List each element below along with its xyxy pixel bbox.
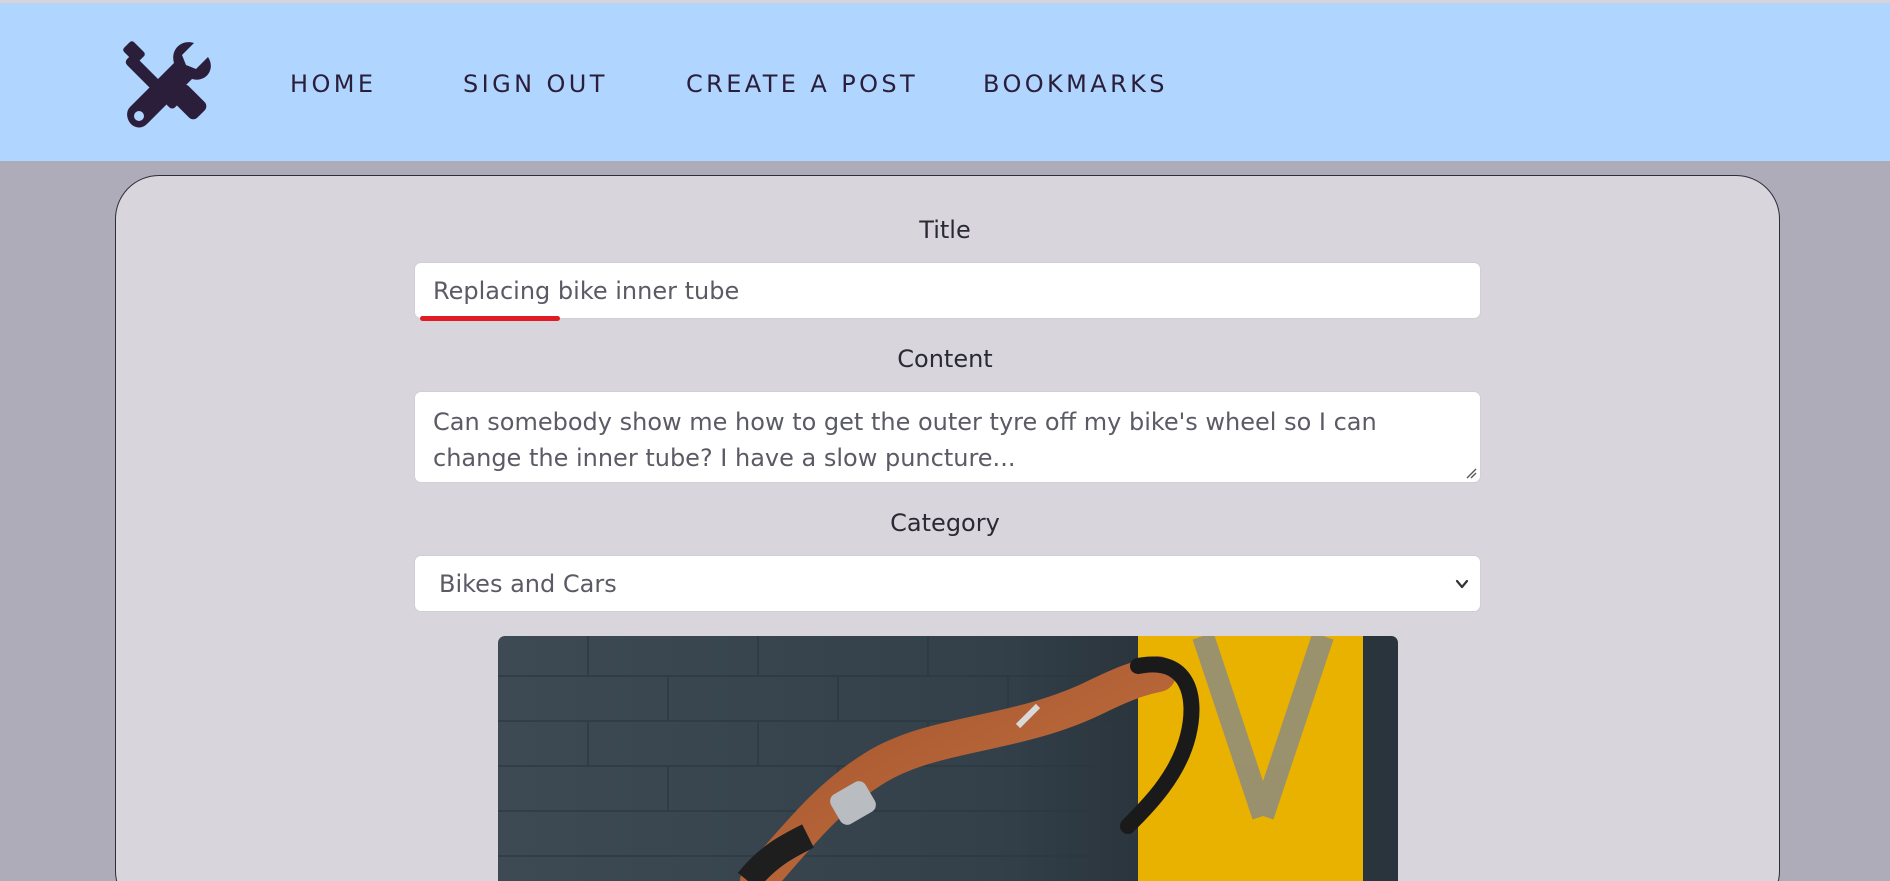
post-image bbox=[498, 636, 1398, 881]
nav-sign-out-link[interactable]: SIGN OUT bbox=[463, 67, 608, 101]
title-input[interactable]: Replacing bike inner tube bbox=[414, 262, 1481, 319]
content-label: Content bbox=[897, 345, 993, 373]
category-label: Category bbox=[890, 509, 1000, 537]
content-text: Can somebody show me how to get the oute… bbox=[433, 408, 1377, 472]
spellcheck-underline bbox=[420, 316, 560, 321]
nav-bookmarks-link[interactable]: BOOKMARKS bbox=[983, 67, 1168, 101]
resize-handle-icon[interactable] bbox=[1465, 467, 1477, 479]
nav-home-link[interactable]: HOME bbox=[290, 67, 376, 101]
content-textarea[interactable]: Can somebody show me how to get the oute… bbox=[414, 391, 1481, 483]
top-navbar: HOME SIGN OUT CREATE A POST BOOKMARKS bbox=[0, 0, 1890, 161]
tools-icon[interactable] bbox=[122, 41, 212, 129]
title-label: Title bbox=[919, 216, 971, 244]
chevron-down-icon bbox=[1455, 579, 1469, 589]
category-select[interactable]: Bikes and Cars bbox=[414, 555, 1481, 612]
category-selected-value: Bikes and Cars bbox=[439, 570, 617, 598]
bike-handlebar-image bbox=[498, 636, 1398, 881]
nav-create-post-link[interactable]: CREATE A POST bbox=[686, 67, 918, 101]
